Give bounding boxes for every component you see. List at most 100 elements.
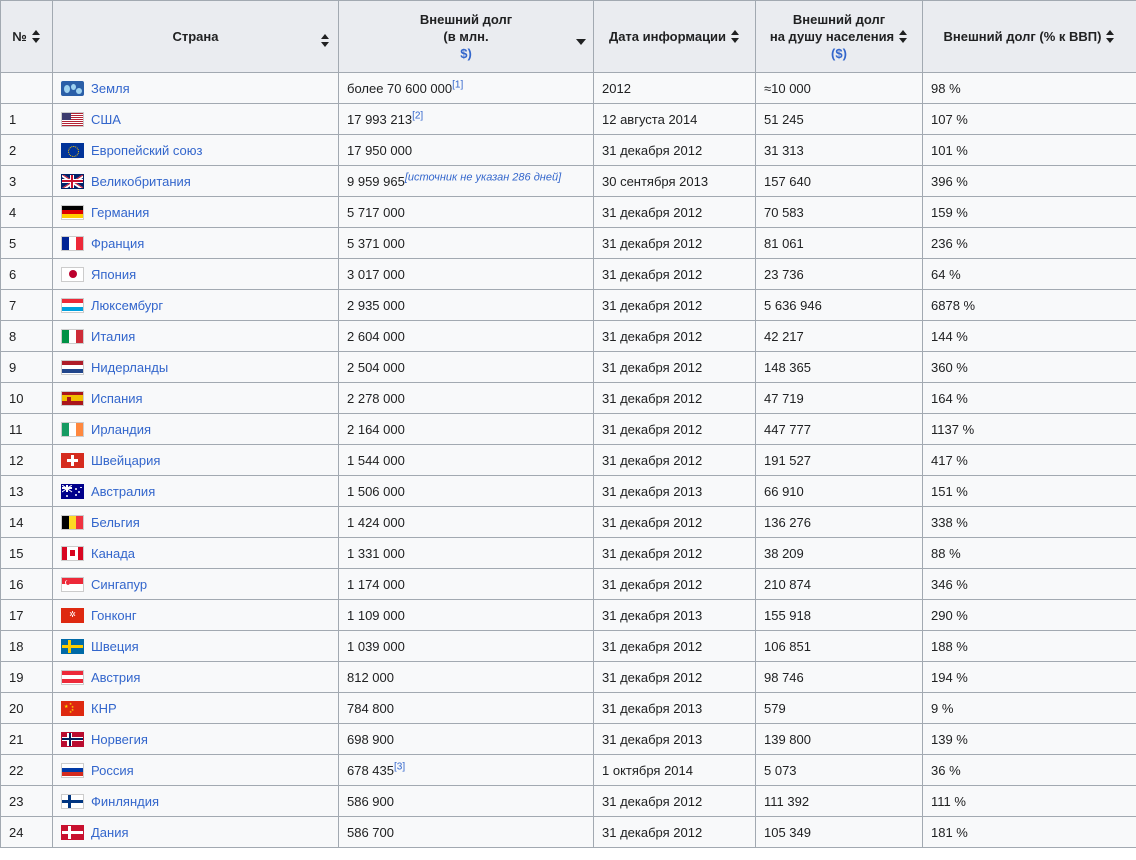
- date-cell: 31 декабря 2012: [593, 661, 756, 693]
- country-link[interactable]: Дания: [91, 825, 129, 840]
- country-link[interactable]: Финляндия: [91, 794, 159, 809]
- country-link[interactable]: Земля: [91, 81, 130, 96]
- country-link[interactable]: Швеция: [91, 639, 139, 654]
- sort-both-icon[interactable]: [731, 30, 740, 43]
- table-header: № Страна Внешний долг (в млн. $) Дата ин…: [0, 0, 1136, 73]
- country-link[interactable]: Швейцария: [91, 453, 160, 468]
- table-row: 23 Финляндия 586 900 31 декабря 2012 111 392…: [0, 785, 1136, 817]
- date-cell: 30 сентября 2013: [593, 165, 756, 197]
- japan-flag-icon: [61, 266, 84, 282]
- country-link[interactable]: Германия: [91, 205, 149, 220]
- debt-value: 1 331 000: [347, 545, 405, 561]
- debt-per-capita-cell: 5 073: [755, 754, 923, 786]
- earth-flag-icon: [61, 80, 84, 96]
- uk-flag-icon: [61, 173, 84, 189]
- country-cell: Канада: [52, 537, 339, 569]
- debt-value: 9 959 965: [347, 173, 405, 189]
- column-header-gdp[interactable]: Внешний долг (% к ВВП): [922, 0, 1136, 73]
- dollar-link[interactable]: $): [460, 46, 472, 61]
- debt-cell: 9 959 965[источник не указан 286 дней]: [338, 165, 594, 197]
- country-link[interactable]: США: [91, 112, 121, 127]
- debt-to-gdp-cell: 194 %: [922, 661, 1136, 693]
- table-row: 11 Ирландия 2 164 000 31 декабря 2012 447 77…: [0, 413, 1136, 445]
- debt-cell: 5 371 000: [338, 227, 594, 259]
- germany-flag-icon: [61, 204, 84, 220]
- debt-value: 2 504 000: [347, 359, 405, 375]
- reference-link[interactable]: [3]: [394, 761, 405, 772]
- denmark-flag-icon: [61, 824, 84, 840]
- column-header-percapita[interactable]: Внешний долг на душу населения ($): [755, 0, 923, 73]
- country-link[interactable]: Норвегия: [91, 732, 148, 747]
- country-link[interactable]: Гонконг: [91, 608, 137, 623]
- column-header-date[interactable]: Дата информации: [593, 0, 756, 73]
- table-row: 4 Германия 5 717 000 31 декабря 2012 70 583 1…: [0, 196, 1136, 228]
- dollar-link[interactable]: ($): [831, 46, 847, 61]
- debt-per-capita-cell: 105 349: [755, 816, 923, 848]
- column-header-number-label: №: [12, 29, 27, 44]
- country-link[interactable]: Сингапур: [91, 577, 147, 592]
- country-link[interactable]: Нидерланды: [91, 360, 168, 375]
- table-row: 3 Великобритания 9 959 965[источник не ука…: [0, 165, 1136, 197]
- column-header-number[interactable]: №: [0, 0, 53, 73]
- debt-to-gdp-cell: 181 %: [922, 816, 1136, 848]
- reference-link[interactable]: [2]: [412, 110, 423, 121]
- country-link[interactable]: Европейский союз: [91, 143, 202, 158]
- debt-per-capita-cell: 111 392: [755, 785, 923, 817]
- debt-value: 17 993 213: [347, 111, 413, 127]
- debt-per-capita-cell: 155 918: [755, 599, 923, 631]
- row-number-cell: 19: [0, 661, 53, 693]
- debt-per-capita-cell: 31 313: [755, 134, 923, 166]
- belgium-flag-icon: [61, 514, 84, 530]
- sort-descending-icon[interactable]: [576, 37, 586, 46]
- sort-both-icon[interactable]: [321, 33, 330, 47]
- sort-both-icon[interactable]: [899, 30, 908, 43]
- ireland-flag-icon: [61, 421, 84, 437]
- debt-per-capita-cell: 447 777: [755, 413, 923, 445]
- date-cell: 31 декабря 2012: [593, 382, 756, 414]
- table-row: 12 Швейцария 1 544 000 31 декабря 2012 191 5…: [0, 444, 1136, 476]
- table-row: 7 Люксембург 2 935 000 31 декабря 2012 5 636…: [0, 289, 1136, 321]
- country-link[interactable]: Россия: [91, 763, 134, 778]
- debt-value: 812 000: [347, 669, 394, 685]
- country-link[interactable]: Люксембург: [91, 298, 163, 313]
- austria-flag-icon: [61, 669, 84, 685]
- country-link[interactable]: Франция: [91, 236, 144, 251]
- country-link[interactable]: Испания: [91, 391, 143, 406]
- country-link[interactable]: КНР: [91, 701, 117, 716]
- row-number-cell: 5: [0, 227, 53, 259]
- debt-to-gdp-cell: 36 %: [922, 754, 1136, 786]
- debt-to-gdp-cell: 88 %: [922, 537, 1136, 569]
- singapore-flag-icon: [61, 576, 84, 592]
- country-cell: Ирландия: [52, 413, 339, 445]
- debt-value: 5 371 000: [347, 235, 405, 251]
- country-link[interactable]: Япония: [91, 267, 136, 282]
- sweden-flag-icon: [61, 638, 84, 654]
- country-link[interactable]: Ирландия: [91, 422, 151, 437]
- table-body: Земля более 70 600 000[1] 2012 ≈10 000 98 % 1…: [0, 72, 1136, 848]
- country-link[interactable]: Бельгия: [91, 515, 140, 530]
- sort-both-icon[interactable]: [31, 30, 41, 43]
- debt-cell: 586 700: [338, 816, 594, 848]
- country-cell: Сингапур: [52, 568, 339, 600]
- country-link[interactable]: Австрия: [91, 670, 140, 685]
- debt-to-gdp-cell: 164 %: [922, 382, 1136, 414]
- country-link[interactable]: Канада: [91, 546, 135, 561]
- country-cell: США: [52, 103, 339, 135]
- date-cell: 31 декабря 2012: [593, 630, 756, 662]
- column-header-country[interactable]: Страна: [52, 0, 339, 73]
- country-link[interactable]: Италия: [91, 329, 135, 344]
- country-link[interactable]: Великобритания: [91, 174, 191, 189]
- column-header-debt[interactable]: Внешний долг (в млн. $): [338, 0, 594, 73]
- debt-value: 3 017 000: [347, 266, 405, 282]
- reference-link[interactable]: [1]: [452, 79, 463, 90]
- sort-both-icon[interactable]: [1106, 30, 1115, 43]
- country-cell: Европейский союз: [52, 134, 339, 166]
- debt-per-capita-cell: 157 640: [755, 165, 923, 197]
- row-number-cell: 16: [0, 568, 53, 600]
- usa-flag-icon: [61, 111, 84, 127]
- row-number-cell: 23: [0, 785, 53, 817]
- row-number-cell: 17: [0, 599, 53, 631]
- debt-per-capita-cell: 70 583: [755, 196, 923, 228]
- country-link[interactable]: Австралия: [91, 484, 155, 499]
- citation-needed-link[interactable]: [источник не указан 286 дней]: [405, 171, 561, 183]
